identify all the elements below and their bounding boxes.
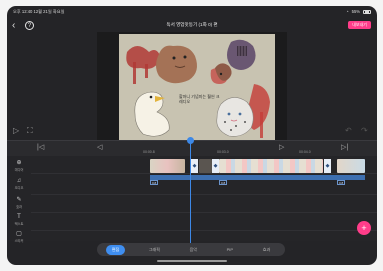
video-preview[interactable]: 할마니 기념미는 훨씬 크레디오 (97, 32, 287, 142)
battery-icon (363, 9, 371, 14)
video-clip[interactable] (199, 159, 212, 173)
time-marker: 00:03.0 (217, 150, 229, 154)
status-bar: 오후 12:40 12월 21일 화요일 ◔ 55% (7, 6, 377, 16)
video-clip[interactable] (337, 159, 365, 173)
transition-handle[interactable]: ◆ (191, 159, 198, 173)
battery-percent: 55% (351, 9, 360, 14)
brush-icon: ✎ (16, 197, 22, 203)
track-divider (31, 173, 377, 174)
media-icon: ⊕ (16, 160, 22, 166)
export-button[interactable]: 내보내기 (348, 21, 371, 29)
playhead[interactable] (190, 140, 191, 246)
tab-edit[interactable]: 편집 (105, 244, 126, 255)
track-divider (31, 212, 377, 213)
time-marker: 00:04.0 (299, 150, 311, 154)
home-indicator (157, 260, 227, 262)
tool-media[interactable]: ⊕ 미디어 (11, 160, 27, 172)
status-time: 오후 12:40 12월 21일 화요일 (13, 9, 65, 14)
step-back-icon[interactable]: ◁ (97, 143, 102, 151)
track-divider (31, 194, 377, 195)
drawing-caption: 할마니 기념미는 훨씬 크레디오 (179, 94, 220, 104)
fullscreen-icon[interactable]: ⛶ (27, 126, 33, 136)
undo-icon[interactable]: ↶ (345, 126, 352, 135)
tool-text[interactable]: T 텍스트 (11, 214, 27, 226)
playhead-handle[interactable] (187, 137, 194, 144)
redo-icon[interactable]: ↷ (361, 126, 368, 135)
tool-audio[interactable]: ♫ 오디오 (11, 178, 27, 190)
text-icon: T (17, 214, 21, 220)
tool-label: 오디오 (14, 186, 24, 190)
tab-effects[interactable]: 효과 (257, 245, 276, 255)
tab-music[interactable]: 음악 (184, 245, 203, 255)
tool-label: 텍스트 (14, 222, 24, 226)
transition-handle[interactable]: ◆ (212, 159, 219, 173)
help-icon[interactable]: ? (25, 21, 34, 30)
skip-start-icon[interactable]: |◁ (37, 143, 44, 151)
drawing-illustration (119, 34, 275, 140)
track-divider (31, 230, 377, 231)
bar-label: 0.8 (219, 180, 228, 185)
bottom-tab-bar: 편집 그래픽 음악 PIP 효과 (97, 243, 285, 256)
tool-label: 미디어 (14, 168, 24, 172)
status-right: ◔ 55% (346, 9, 371, 14)
tablet-device: 오후 12:40 12월 21일 화요일 ◔ 55% ‹ ? 독서 영업맛동기 … (0, 0, 383, 271)
time-marker: 00:00.8 (143, 150, 155, 154)
bar-label: 0.8 (337, 180, 346, 185)
video-clip[interactable] (219, 159, 323, 173)
back-icon[interactable]: ‹ (12, 20, 21, 31)
tab-pip[interactable]: PIP (221, 245, 239, 254)
tool-sticker[interactable]: ▢ 스티커 (11, 231, 27, 243)
step-forward-icon[interactable]: ▷ (279, 143, 284, 151)
tool-effects[interactable]: ✎ 효과 (11, 197, 27, 209)
skip-end-icon[interactable]: ▷| (341, 143, 348, 151)
tab-graphic[interactable]: 그래픽 (143, 245, 166, 255)
video-clip[interactable] (150, 159, 185, 173)
sticker-icon: ▢ (16, 231, 22, 237)
tool-label: 효과 (16, 205, 22, 209)
editor-screen: 오후 12:40 12월 21일 화요일 ◔ 55% ‹ ? 독서 영업맛동기 … (7, 6, 377, 265)
transition-handle[interactable]: ◆ (324, 159, 331, 173)
bar-label: 0.8 (150, 180, 159, 185)
wifi-icon: ◔ (346, 9, 349, 14)
drawing-canvas: 할마니 기념미는 훨씬 크레디오 (119, 34, 275, 140)
play-button[interactable]: ▷ (13, 126, 19, 135)
audio-bar[interactable] (150, 175, 365, 180)
add-button[interactable]: + (357, 221, 371, 235)
tool-label: 스티커 (14, 239, 24, 243)
music-icon: ♫ (16, 178, 22, 184)
project-title: 독서 영업맛동기 (1화 0) 편 (166, 22, 218, 27)
